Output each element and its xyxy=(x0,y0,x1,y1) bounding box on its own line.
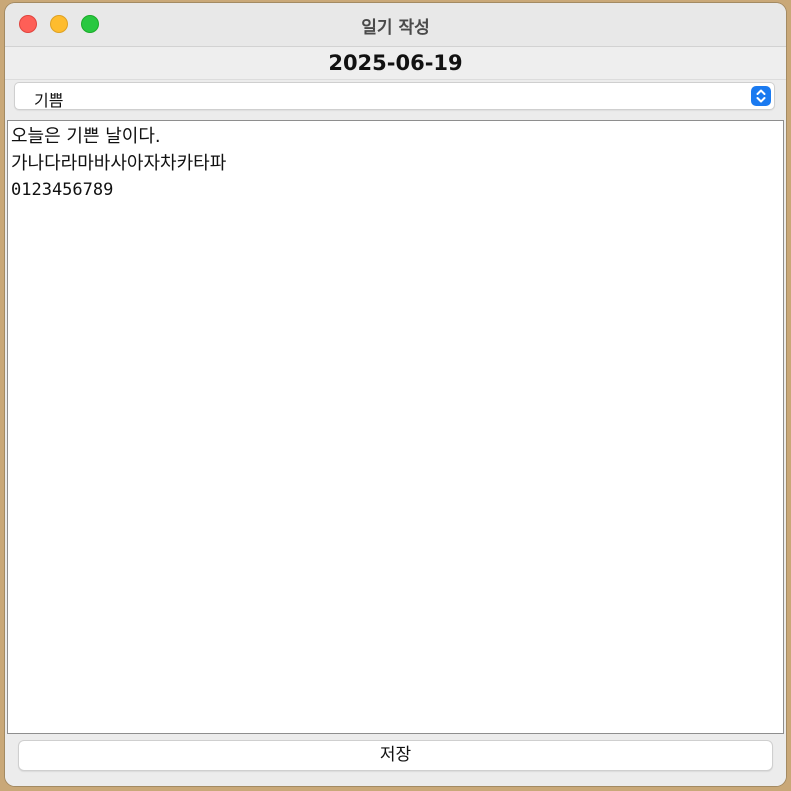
entry-date: 2025-06-19 xyxy=(328,51,463,75)
save-button[interactable]: 저장 xyxy=(18,740,773,771)
title-bar[interactable]: 일기 작성 xyxy=(5,3,786,47)
window-title: 일기 작성 xyxy=(361,18,430,38)
diary-text-area[interactable]: 오늘은 기쁜 날이다. 가나다라마바사아자차카타파 0123456789 xyxy=(7,120,784,734)
mood-select-value: 기쁨 xyxy=(34,91,64,110)
footer-bar: 저장 xyxy=(5,734,786,786)
diary-window: 일기 작성 2025-06-19 기쁨 오늘은 기쁜 날이다. 가나다라마바사아… xyxy=(5,3,786,786)
text-line: 오늘은 기쁜 날이다. xyxy=(11,126,161,147)
chevron-up-down-icon[interactable] xyxy=(751,86,771,106)
date-header: 2025-06-19 xyxy=(5,47,786,80)
text-line: 가나다라마바사아자차카타파 xyxy=(11,153,227,174)
text-line: 0123456789 xyxy=(11,180,114,200)
mood-select[interactable]: 기쁨 xyxy=(14,82,775,110)
